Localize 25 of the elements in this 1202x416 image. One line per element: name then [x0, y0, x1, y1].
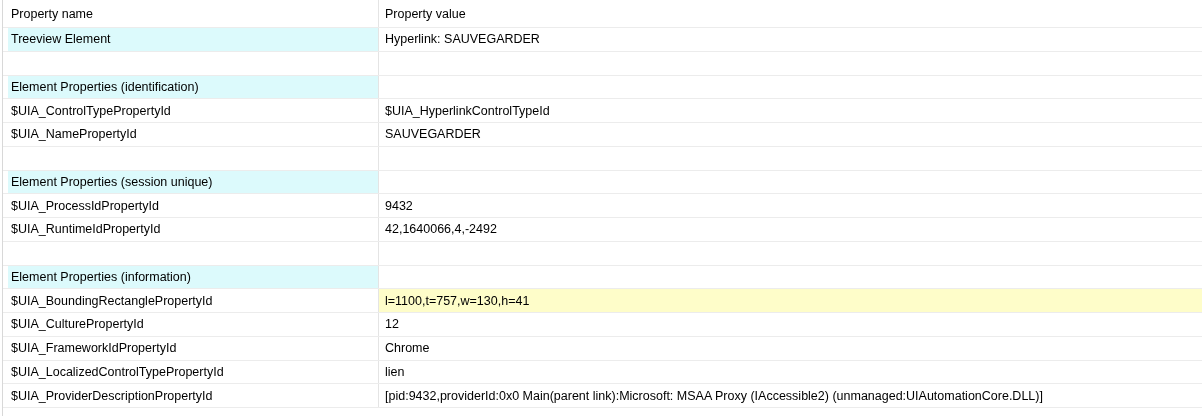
table-cell-text: $UIA_ProviderDescriptionPropertyId: [10, 387, 214, 405]
column-header[interactable]: Property value: [379, 0, 1202, 27]
table-cell-text: 9432: [384, 197, 414, 215]
table-cell-text: $UIA_FrameworkIdPropertyId: [10, 340, 178, 358]
table-cell-text: $UIA_RuntimeIdPropertyId: [10, 221, 162, 239]
group-header: Element Properties (session unique): [8, 170, 378, 194]
table-cell-text: $UIA_BoundingRectanglePropertyId: [10, 292, 214, 310]
group-header: Element Properties (information): [8, 265, 378, 289]
table-cell-text: lien: [384, 363, 406, 381]
column-header[interactable]: Property name: [3, 0, 379, 27]
table-cell-text: $UIA_CulturePropertyId: [10, 316, 145, 334]
table-cell-text: $UIA_NamePropertyId: [10, 126, 138, 144]
table-cell-text: Chrome: [384, 340, 431, 358]
table-cell: l=1100,t=757,w=130,h=41: [379, 289, 1202, 312]
table-cell-text: 42,1640066,4,-2492: [384, 221, 498, 239]
table-cell-text: SAUVEGARDER: [384, 126, 482, 144]
table-cell-text: $UIA_LocalizedControlTypePropertyId: [10, 363, 225, 381]
group-header: Treeview Element: [8, 28, 378, 51]
table-cell-text: Hyperlink: SAUVEGARDER: [384, 31, 541, 49]
table-cell-text: $UIA_ProcessIdPropertyId: [10, 197, 160, 215]
table-cell-text: 12: [384, 316, 400, 334]
table-cell-text: $UIA_HyperlinkControlTypeId: [384, 102, 551, 120]
group-header: Element Properties (identification): [8, 75, 378, 99]
table-cell-text: $UIA_ControlTypePropertyId: [10, 102, 172, 120]
table-cell-text: [pid:9432,providerId:0x0 Main(parent link):Microsoft: MSAA Proxy (IAccessible2) (unmanaged:UIAutomationCore.DLL)]: [384, 387, 1044, 405]
